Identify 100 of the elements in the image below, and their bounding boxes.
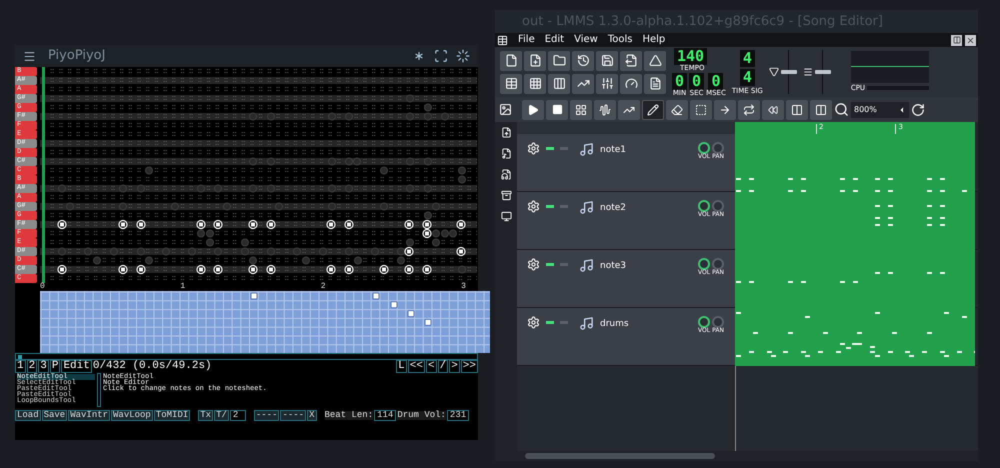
arrow-button[interactable] bbox=[714, 100, 736, 120]
toolbar-button[interactable]: ToMIDI bbox=[154, 410, 190, 421]
ramp-button[interactable] bbox=[572, 74, 594, 94]
grid-button[interactable] bbox=[524, 74, 546, 94]
settings-icon[interactable] bbox=[527, 200, 540, 213]
slider-track[interactable] bbox=[780, 50, 797, 94]
menu-item[interactable]: File bbox=[518, 35, 535, 45]
nav-button[interactable]: L bbox=[396, 360, 407, 373]
settings-icon[interactable] bbox=[527, 258, 540, 271]
audio-file-icon[interactable] bbox=[500, 169, 512, 180]
nav-button[interactable]: < bbox=[426, 360, 437, 373]
monitor-icon[interactable] bbox=[500, 211, 512, 222]
remove-bar-button[interactable] bbox=[810, 100, 832, 120]
menu-icon[interactable] bbox=[23, 50, 36, 62]
slider-track[interactable] bbox=[814, 50, 831, 94]
toolbar-button[interactable]: Tx bbox=[198, 410, 214, 421]
knob-icon[interactable] bbox=[698, 258, 710, 270]
export-button[interactable] bbox=[620, 50, 642, 70]
knob-icon[interactable] bbox=[698, 142, 710, 154]
insert-bar-button[interactable] bbox=[786, 100, 808, 120]
rewind-button[interactable] bbox=[762, 100, 784, 120]
add-beat-button[interactable] bbox=[570, 100, 592, 120]
scrollbar[interactable] bbox=[15, 353, 478, 360]
mixer-button[interactable] bbox=[596, 74, 618, 94]
settings-icon[interactable] bbox=[527, 142, 540, 155]
music-file-icon[interactable] bbox=[500, 148, 512, 159]
nav-button[interactable]: > bbox=[449, 360, 460, 373]
stop-icon bbox=[552, 104, 562, 115]
track-button[interactable]: 2 bbox=[26, 360, 38, 373]
folder-button[interactable] bbox=[548, 50, 570, 70]
file-icon[interactable] bbox=[500, 127, 512, 138]
note-grid-drawing[interactable] bbox=[40, 67, 477, 283]
slider-thumb[interactable] bbox=[780, 70, 797, 74]
select-tool-button[interactable] bbox=[690, 100, 712, 120]
knob-icon[interactable] bbox=[698, 200, 710, 212]
knob-icon[interactable] bbox=[698, 316, 710, 328]
stop-button[interactable] bbox=[546, 100, 568, 120]
toolbar-button[interactable]: ---- bbox=[254, 410, 280, 421]
archive-icon[interactable] bbox=[500, 190, 512, 201]
history-icon bbox=[576, 54, 590, 67]
menu-item[interactable]: Help bbox=[642, 35, 666, 45]
notes-button[interactable] bbox=[644, 74, 666, 94]
track-name[interactable]: note2 bbox=[600, 202, 692, 216]
toolbar-button[interactable]: WavIntr bbox=[68, 410, 110, 421]
slider-thumb[interactable] bbox=[814, 70, 831, 74]
menu-item[interactable]: Tools bbox=[608, 35, 632, 45]
add-automation-button[interactable] bbox=[618, 100, 640, 120]
quantize-icon[interactable] bbox=[911, 102, 925, 116]
settings-icon[interactable] bbox=[527, 316, 540, 329]
zoom-dropdown[interactable]: 800% bbox=[851, 102, 909, 118]
mode-button[interactable]: Edit bbox=[61, 360, 92, 373]
number-field[interactable]: 231 bbox=[446, 410, 470, 421]
loop-button[interactable] bbox=[738, 100, 760, 120]
export-icon bbox=[624, 54, 638, 67]
number-field[interactable]: 2 bbox=[230, 410, 246, 421]
nav-button[interactable]: >> bbox=[460, 360, 478, 373]
close-button[interactable] bbox=[965, 34, 976, 46]
history-button[interactable] bbox=[572, 50, 594, 70]
file-plus-button[interactable] bbox=[524, 50, 546, 70]
menu-item[interactable]: Edit bbox=[544, 35, 564, 45]
track-button[interactable]: 1 bbox=[15, 360, 26, 373]
track-name[interactable]: drums bbox=[600, 318, 692, 332]
nav-button[interactable]: / bbox=[438, 360, 448, 373]
toolbar-button[interactable]: X bbox=[307, 410, 316, 421]
toolbar-button[interactable]: T/ bbox=[214, 410, 229, 421]
horizontal-scrollbar[interactable] bbox=[517, 451, 978, 461]
gauge-button[interactable] bbox=[620, 74, 642, 94]
track-name[interactable]: note1 bbox=[600, 144, 692, 158]
toolbar-button[interactable]: ---- bbox=[280, 410, 306, 421]
menu-item[interactable]: View bbox=[574, 35, 598, 45]
tool-scrollbar[interactable] bbox=[97, 373, 101, 407]
eraser-tool-button[interactable] bbox=[666, 100, 688, 120]
toolbar-button[interactable]: Save bbox=[42, 410, 68, 421]
folder-icon bbox=[552, 54, 566, 67]
track-button[interactable]: 3 bbox=[38, 360, 49, 373]
save-button[interactable] bbox=[596, 50, 618, 70]
time-display: 0 bbox=[689, 72, 704, 90]
track-button[interactable]: P bbox=[50, 360, 60, 373]
restore-button[interactable] bbox=[951, 34, 962, 46]
nav-button[interactable]: << bbox=[408, 360, 425, 373]
triangle-button[interactable] bbox=[644, 50, 666, 70]
toolbar-button[interactable]: Load bbox=[15, 410, 41, 421]
number-field[interactable]: 114 bbox=[374, 410, 396, 421]
columns-button[interactable] bbox=[548, 74, 570, 94]
toolbar-button[interactable]: WavLoop bbox=[111, 410, 153, 421]
add-sample-button[interactable] bbox=[594, 100, 616, 120]
table-button[interactable] bbox=[500, 74, 522, 94]
pattern-block-drawing[interactable] bbox=[735, 308, 975, 366]
new-file-button[interactable] bbox=[500, 50, 522, 70]
spinner-icon[interactable] bbox=[456, 49, 470, 63]
play-button[interactable] bbox=[522, 100, 544, 120]
columns-icon bbox=[552, 77, 566, 90]
track-name[interactable]: note3 bbox=[600, 260, 692, 274]
pencil-tool-button[interactable] bbox=[642, 100, 664, 120]
image-icon[interactable] bbox=[499, 103, 512, 116]
beat-label: 1 bbox=[180, 283, 186, 291]
scroll-thumb[interactable] bbox=[18, 354, 22, 358]
app-icon[interactable] bbox=[497, 34, 508, 46]
fullscreen-icon[interactable] bbox=[434, 49, 448, 63]
scroll-thumb[interactable] bbox=[525, 453, 715, 459]
